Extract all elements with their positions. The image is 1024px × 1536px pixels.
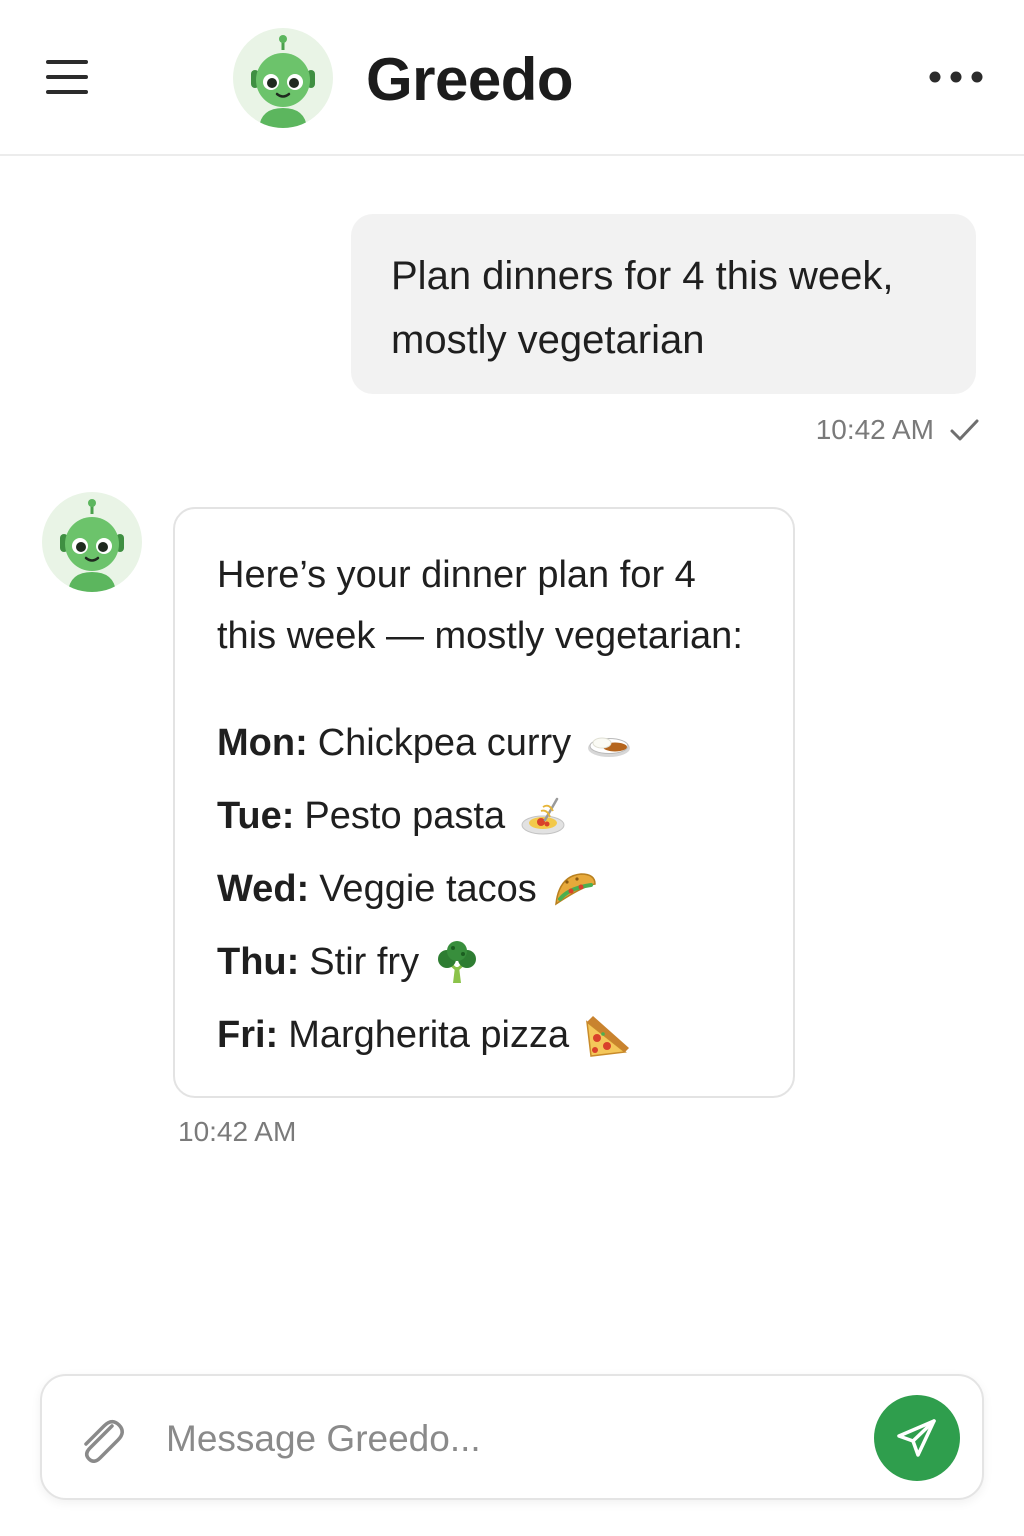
bot-message-bubble: Here’s your dinner plan for 4 this week … bbox=[173, 507, 795, 1098]
list-item: Wed: Veggie tacos bbox=[217, 853, 753, 926]
chat-title: Greedo bbox=[366, 46, 574, 113]
pizza-icon bbox=[583, 1012, 631, 1060]
plan-day: Tue: bbox=[217, 795, 295, 837]
broccoli-icon bbox=[433, 939, 481, 987]
message-input[interactable] bbox=[166, 1406, 856, 1472]
robot-avatar-icon bbox=[42, 492, 142, 592]
user-message-timestamp: 10:42 AM bbox=[815, 414, 934, 445]
message-composer bbox=[40, 1374, 984, 1500]
ellipsis-icon[interactable] bbox=[922, 58, 990, 98]
plan-day: Mon: bbox=[217, 722, 308, 764]
user-message-bubble: Plan dinners for 4 this week, mostly veg… bbox=[351, 214, 976, 394]
plan-meal: Pesto pasta bbox=[304, 795, 506, 837]
paperclip-icon[interactable] bbox=[74, 1412, 126, 1468]
plan-day: Fri: bbox=[217, 1014, 279, 1056]
bot-message-timestamp: 10:42 AM bbox=[178, 1116, 297, 1147]
check-icon bbox=[948, 415, 980, 445]
list-item: Thu: Stir fry bbox=[217, 926, 753, 999]
list-item: Tue: Pesto pasta bbox=[217, 780, 753, 853]
list-item: Mon: Chickpea curry bbox=[217, 707, 753, 780]
send-icon bbox=[897, 1419, 936, 1457]
plan-day: Thu: bbox=[217, 941, 300, 983]
user-message-text: Plan dinners for 4 this week, mostly veg… bbox=[391, 254, 894, 362]
plan-meal: Margherita pizza bbox=[288, 1014, 570, 1056]
dinner-plan-list: Mon: Chickpea curry Tue: Pesto pasta Wed… bbox=[217, 707, 753, 1072]
plan-meal: Chickpea curry bbox=[317, 722, 572, 764]
list-item: Fri: Margherita pizza bbox=[217, 999, 753, 1072]
hamburger-icon[interactable] bbox=[40, 52, 94, 102]
spaghetti-icon bbox=[519, 793, 567, 841]
plan-meal: Stir fry bbox=[309, 941, 420, 983]
plan-day: Wed: bbox=[217, 868, 310, 910]
user-message-meta: 10:42 AM bbox=[780, 410, 980, 450]
robot-avatar-icon bbox=[233, 28, 333, 128]
bot-message-intro: Here’s your dinner plan for 4 this week … bbox=[217, 554, 743, 657]
plan-meal: Veggie tacos bbox=[319, 868, 537, 910]
taco-icon bbox=[551, 866, 599, 914]
send-button[interactable] bbox=[874, 1395, 960, 1481]
app-header: Greedo bbox=[0, 0, 1024, 156]
curry-rice-icon bbox=[585, 720, 633, 768]
